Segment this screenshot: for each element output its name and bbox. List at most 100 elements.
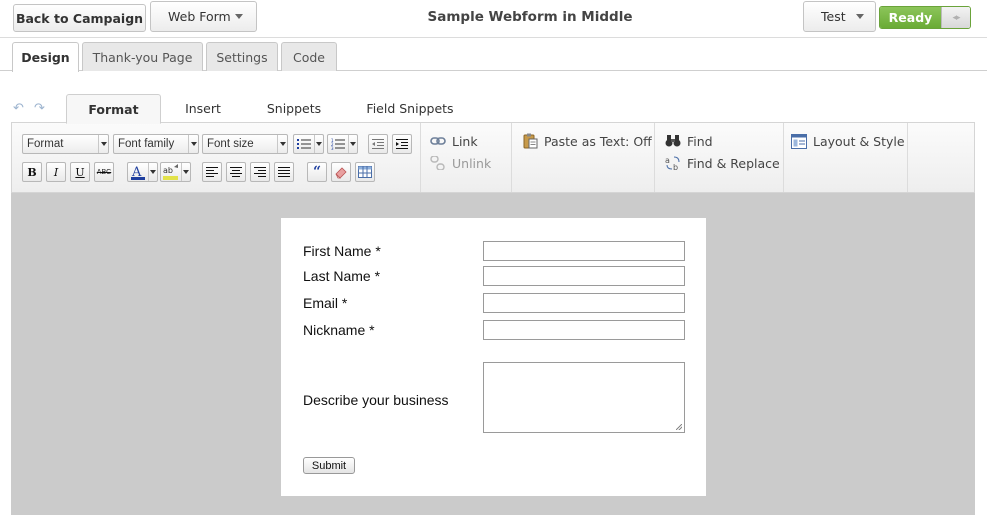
align-left-button[interactable] — [202, 162, 222, 182]
tab-label: Design — [21, 50, 70, 65]
table-button[interactable] — [355, 162, 375, 182]
webform-card: First Name * Last Name * Email * Nicknam… — [281, 218, 706, 496]
indent-button[interactable] — [392, 134, 412, 154]
svg-text:a: a — [665, 156, 670, 165]
numbered-list-button[interactable]: 1 2 3 — [327, 134, 358, 154]
chevron-down-icon — [277, 135, 287, 153]
page-title: Sample Webform in Middle — [427, 9, 633, 25]
chevron-down-icon — [98, 135, 108, 153]
bullet-list-button[interactable] — [293, 134, 324, 154]
paste-as-text-label: Paste as Text: Off — [544, 133, 652, 149]
format-select[interactable]: Format — [22, 134, 109, 154]
test-dropdown[interactable]: Test — [803, 1, 876, 32]
numbered-list-icon: 1 2 3 — [331, 138, 345, 150]
format-select-label: Format — [27, 138, 64, 150]
align-justify-button[interactable] — [274, 162, 294, 182]
form-label: First Name * — [303, 243, 381, 259]
editor-tab-insert[interactable]: Insert — [170, 94, 236, 123]
layout-style-button[interactable]: Layout & Style — [791, 133, 905, 149]
tab-label: Code — [292, 49, 325, 65]
unlink-button[interactable]: Unlink — [430, 155, 491, 171]
link-button[interactable]: Link — [430, 133, 478, 149]
bold-icon: B — [27, 165, 37, 179]
font-family-select[interactable]: Font family — [113, 134, 199, 154]
ready-toggle[interactable]: Ready ◂▸ — [879, 6, 971, 29]
find-button[interactable]: Find — [665, 133, 713, 149]
unlink-icon — [430, 155, 446, 171]
back-to-campaign-button[interactable]: Back to Campaign — [13, 4, 146, 32]
submit-button[interactable]: Submit — [303, 457, 355, 474]
strikethrough-button[interactable]: ABC — [94, 162, 114, 182]
remove-format-button[interactable] — [331, 162, 351, 182]
business-description-textarea[interactable] — [483, 362, 685, 433]
align-justify-icon — [278, 167, 290, 177]
nickname-field[interactable] — [483, 320, 685, 340]
chevron-down-icon — [856, 14, 864, 19]
tab-label: Settings — [216, 49, 268, 65]
form-label: Last Name * — [303, 268, 381, 284]
strikethrough-icon: ABC — [96, 168, 112, 176]
blockquote-button[interactable]: “ — [307, 162, 327, 182]
find-replace-icon: ab — [665, 155, 681, 171]
paste-as-text-button[interactable]: Paste as Text: Off — [522, 133, 652, 149]
highlight-color-button[interactable]: ab — [160, 162, 191, 182]
outdent-icon — [372, 139, 384, 149]
svg-text:3: 3 — [331, 146, 334, 150]
paste-icon — [522, 133, 538, 149]
editor-tab-snippets[interactable]: Snippets — [255, 94, 333, 123]
find-replace-button[interactable]: ab Find & Replace — [665, 155, 780, 172]
redo-icon[interactable]: ↷ — [34, 101, 48, 115]
form-type-dropdown[interactable]: Web Form — [150, 1, 257, 32]
text-color-icon: A — [131, 165, 145, 180]
outdent-button[interactable] — [368, 134, 388, 154]
toolbar-separator — [907, 123, 908, 192]
ready-status-label: Ready — [880, 7, 941, 28]
eraser-icon — [335, 167, 347, 179]
last-name-field[interactable] — [483, 266, 685, 286]
font-size-select[interactable]: Font size — [202, 134, 288, 154]
align-right-button[interactable] — [250, 162, 270, 182]
tab-settings[interactable]: Settings — [206, 42, 278, 71]
tab-thank-you-page[interactable]: Thank-you Page — [82, 42, 203, 71]
highlight-icon: ab — [163, 164, 178, 180]
undo-icon[interactable]: ↶ — [13, 101, 27, 115]
unlink-label: Unlink — [452, 155, 492, 171]
layout-style-label: Layout & Style — [813, 133, 905, 149]
toolbar-separator — [511, 123, 512, 192]
table-icon — [358, 166, 372, 178]
chevron-down-icon[interactable] — [348, 135, 357, 153]
chevron-down-icon — [235, 14, 243, 19]
bold-button[interactable]: B — [22, 162, 42, 182]
underline-button[interactable]: U — [70, 162, 90, 182]
tab-code[interactable]: Code — [281, 42, 337, 71]
tab-label: Format — [88, 101, 139, 117]
toolbar-separator — [654, 123, 655, 192]
underline-icon: U — [75, 165, 85, 179]
first-name-field[interactable] — [483, 241, 685, 261]
chevron-down-icon[interactable] — [314, 135, 323, 153]
bullet-list-icon — [297, 139, 311, 149]
form-label: Email * — [303, 295, 348, 311]
email-field[interactable] — [483, 293, 685, 313]
chevron-down-icon[interactable] — [181, 163, 190, 181]
svg-text:b: b — [673, 163, 678, 171]
text-color-button[interactable]: A — [127, 162, 158, 182]
editor-tab-field-snippets[interactable]: Field Snippets — [360, 94, 460, 123]
font-family-select-label: Font family — [118, 138, 175, 150]
indent-icon — [396, 139, 408, 149]
tab-design[interactable]: Design — [12, 42, 79, 72]
toolbar-separator — [783, 123, 784, 192]
align-center-button[interactable] — [226, 162, 246, 182]
toggle-handle-icon[interactable]: ◂▸ — [941, 7, 970, 28]
editor-tab-format[interactable]: Format — [66, 94, 161, 124]
italic-button[interactable]: I — [46, 162, 66, 182]
link-label: Link — [452, 133, 478, 149]
format-toolbar: Format Font family Font size 1 2 3 B I U… — [11, 122, 975, 193]
align-right-icon — [254, 167, 266, 177]
form-type-label: Web Form — [168, 9, 231, 24]
chevron-down-icon[interactable] — [148, 163, 157, 181]
form-label: Describe your business — [303, 392, 449, 408]
editor-canvas[interactable]: First Name * Last Name * Email * Nicknam… — [11, 193, 975, 515]
binoculars-icon — [665, 133, 681, 149]
align-left-icon — [206, 167, 218, 177]
